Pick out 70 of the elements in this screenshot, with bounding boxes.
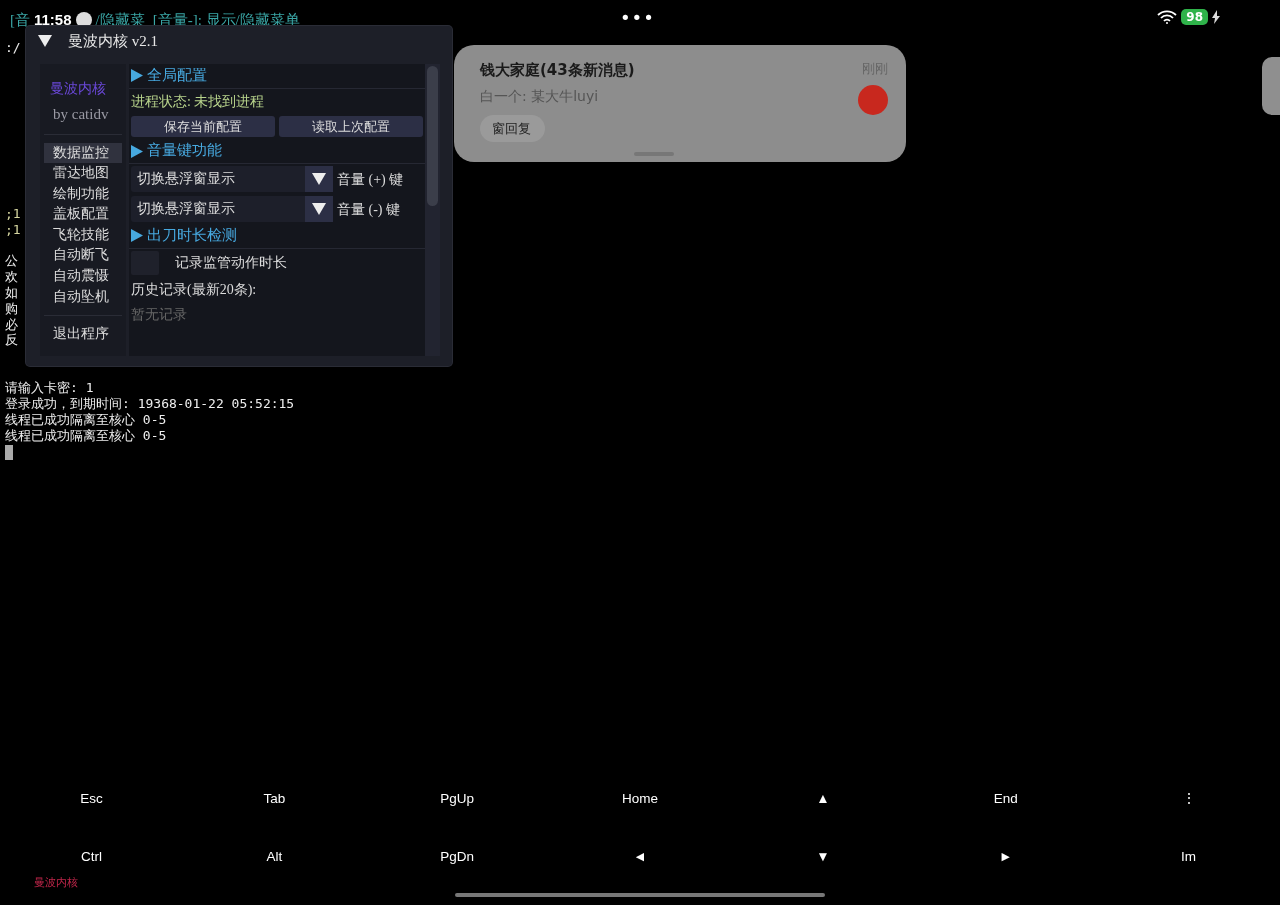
terminal-line: 必 <box>5 316 18 332</box>
sidebar-item[interactable]: 飞轮技能 <box>44 224 122 246</box>
section-header[interactable]: 全局配置 <box>147 65 207 87</box>
brand-text: 曼波内核 <box>49 80 107 98</box>
home-indicator[interactable] <box>455 893 825 897</box>
terminal-line: ;1 <box>5 221 21 237</box>
terminal-line: 公 <box>5 253 18 269</box>
terminal-line: 反 <box>5 332 18 348</box>
extra-key[interactable]: ◄ <box>548 845 732 869</box>
extra-key[interactable]: PgUp <box>365 787 549 811</box>
reply-button[interactable]: 窗回复 <box>480 114 545 142</box>
sidebar-item[interactable]: 数据监控 <box>44 142 122 164</box>
sidebar-item[interactable]: 自动震慑 <box>44 266 122 287</box>
extra-key[interactable]: Im <box>1097 845 1280 869</box>
config-button[interactable]: 读取上次配置 <box>279 115 423 138</box>
extra-key[interactable]: Esc <box>0 787 183 811</box>
status-time: 11:58 <box>34 9 72 30</box>
sidebar-item[interactable]: 盖板配置 <box>44 204 122 225</box>
key-label: 音量 (-) 键 <box>337 200 400 219</box>
process-status-text: 进程状态: 未找到进程 <box>131 93 265 109</box>
author-text: by catidv <box>52 105 110 124</box>
terminal-line: 购 <box>5 300 18 316</box>
terminal-cursor <box>5 445 13 461</box>
exit-item[interactable]: 退出程序 <box>44 324 122 345</box>
terminal-line: 登录成功，到期时间: 19368-01-22 05:52:15 <box>5 395 295 411</box>
section-triangle-icon <box>131 229 143 243</box>
notification-title: 钱大家庭(43条新消息) <box>480 60 635 81</box>
extra-key[interactable]: ▲ <box>731 787 915 811</box>
sidebar-item[interactable]: 雷达地图 <box>44 163 122 184</box>
more-dots[interactable]: ••• <box>620 4 655 31</box>
sidebar-item[interactable]: 绘制功能 <box>44 183 122 205</box>
avatar-circle <box>858 84 888 115</box>
terminal-line: 请输入卡密: 1 <box>5 380 94 396</box>
extra-key[interactable]: Home <box>548 787 732 811</box>
battery-level: 98 <box>1181 9 1208 25</box>
extra-key[interactable]: Alt <box>182 845 366 869</box>
scrollbar[interactable] <box>425 64 440 356</box>
section-triangle-icon <box>131 144 143 158</box>
menu-title: 曼波内核 v2.1 <box>68 31 158 51</box>
extra-key[interactable]: ▼ <box>731 845 915 869</box>
terminal-line: :/ <box>5 40 21 55</box>
dropdown[interactable]: 切换悬浮窗显示 <box>131 166 333 192</box>
key-label: 音量 (+) 键 <box>337 170 404 189</box>
extra-key[interactable]: ⋮ <box>1097 787 1280 811</box>
terminal-line: ;1 <box>5 205 21 221</box>
history-label: 历史记录(最新20条): <box>131 281 257 297</box>
sidebar-item[interactable]: 自动坠机 <box>44 286 122 308</box>
section-triangle-icon <box>131 69 143 83</box>
empty-history-text: 暂无记录 <box>131 306 187 322</box>
extra-key[interactable]: Ctrl <box>0 845 183 869</box>
section-header[interactable]: 出刀时长检测 <box>147 225 237 247</box>
extra-key[interactable]: Tab <box>182 787 366 811</box>
terminal-line: 欢 <box>5 269 18 285</box>
sidebar-item[interactable]: 自动断飞 <box>44 245 122 267</box>
overlay-label: 曼波内核 <box>34 875 78 890</box>
terminal-text: [音 <box>10 10 30 30</box>
extra-key[interactable]: PgDn <box>365 845 549 869</box>
terminal-line: 如 <box>5 285 18 300</box>
config-button[interactable]: 保存当前配置 <box>131 115 275 138</box>
extra-key[interactable]: End <box>914 787 1098 811</box>
dropdown[interactable]: 切换悬浮窗显示 <box>131 196 333 222</box>
collapse-triangle-icon[interactable] <box>38 35 52 47</box>
dropdown-arrow-icon <box>312 173 326 185</box>
terminal-line: 线程已成功隔离至核心 0-5 <box>5 427 167 443</box>
terminal-line: 线程已成功隔离至核心 0-5 <box>5 411 167 427</box>
dropdown-arrow-icon <box>312 203 326 215</box>
checkbox-label: 记录监管动作时长 <box>175 254 287 273</box>
section-header[interactable]: 音量键功能 <box>147 140 222 162</box>
extra-key[interactable]: ► <box>914 845 1098 869</box>
wifi-icon <box>1157 10 1178 24</box>
